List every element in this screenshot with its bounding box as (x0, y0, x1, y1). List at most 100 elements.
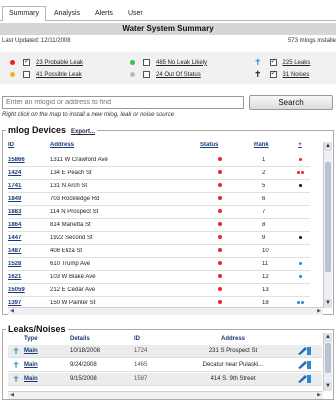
scroll-down-icon[interactable]: ▼ (324, 299, 332, 308)
table-row[interactable]: 15866 1311 W Crawford Ave 1 (8, 154, 310, 167)
leak-address: Decatur near Pulaski... (202, 362, 264, 368)
search-input[interactable] (2, 96, 244, 109)
noises-link[interactable]: 31 Noises (283, 72, 310, 78)
mlog-id-link[interactable]: 1528 (8, 261, 50, 267)
tab-summary[interactable]: Summary (2, 6, 46, 21)
list-item[interactable]: ✝ Main 9/15/2008 1597 414 S. 9th Street (8, 373, 322, 386)
devices-horizontal-scrollbar[interactable]: ◀ ▶ (8, 307, 323, 315)
devices-title: mlog Devices (8, 125, 67, 135)
scroll-left-icon[interactable]: ◀ (8, 308, 16, 315)
no-leak-link[interactable]: 485 No Leak Likely (156, 60, 207, 66)
tab-analysis[interactable]: Analysis (47, 6, 87, 20)
leak-date: 9/24/2008 (70, 362, 97, 368)
rank-cell: 5 (262, 183, 266, 189)
table-row[interactable]: 1864 814 Marietta St 8 (8, 219, 310, 232)
mlog-id-link[interactable]: 1447 (8, 235, 50, 241)
leaks-scroll-down-icon[interactable]: ▼ (324, 382, 332, 391)
status-cell (200, 170, 254, 176)
blue-tag-dot-icon (301, 301, 304, 304)
col-leak-address-header[interactable]: Address (178, 336, 288, 342)
mlog-id-link[interactable]: 1424 (8, 170, 50, 176)
edit-icon[interactable] (288, 359, 312, 371)
tab-user[interactable]: User (121, 6, 150, 20)
mlog-id-link[interactable]: 15866 (8, 157, 50, 163)
out-of-status-link[interactable]: 24 Out Of Status (156, 72, 201, 78)
leaks-scroll-right-icon[interactable]: ▶ (315, 392, 323, 399)
legend-possible-leak: 41 Possible Leak (10, 71, 82, 78)
no-leak-checkbox[interactable] (143, 59, 150, 66)
leaks-vertical-scrollbar[interactable]: ▲ ▼ (323, 333, 332, 391)
leaks-scroll-up-icon[interactable]: ▲ (324, 333, 332, 342)
search-button[interactable]: Search (249, 95, 333, 110)
table-row[interactable]: 1883 114 N Prospect St 7 (8, 206, 310, 219)
col-rank-header[interactable]: Rank (254, 142, 290, 153)
probable-leak-link[interactable]: 23 Probable Leak (36, 60, 83, 66)
table-row[interactable]: 1621 103 W Blake Ave 12 (8, 271, 310, 284)
status-cell (200, 274, 254, 280)
mlog-id-link[interactable]: 1487 (8, 248, 50, 254)
table-row[interactable]: 1487 408 Eliza St 10 (8, 245, 310, 258)
rank-cell: 6 (262, 196, 266, 202)
status-dot-icon (218, 287, 222, 291)
leak-type-link[interactable]: Main (24, 376, 70, 382)
leaks-link[interactable]: 225 Leaks (283, 60, 311, 66)
mlog-id-link[interactable]: 1741 (8, 183, 50, 189)
rank-cell: 13 (262, 287, 269, 293)
leaks-horizontal-scrollbar[interactable]: ◀ ▶ (8, 391, 323, 399)
possible-leak-checkbox[interactable] (23, 71, 30, 78)
tags-cell (290, 170, 310, 176)
table-row[interactable]: 1849 703 Rockledge Rd 6 (8, 193, 310, 206)
legend-panel: 23 Probable Leak 41 Possible Leak 485 No… (0, 52, 336, 84)
rank-cell: 10 (262, 248, 269, 254)
status-cell (200, 235, 254, 241)
out-of-status-checkbox[interactable] (143, 71, 150, 78)
export-link[interactable]: Export... (71, 129, 95, 135)
blue-tag-dot-icon (297, 301, 300, 304)
col-address-header[interactable]: Address (50, 142, 200, 153)
leak-type-link[interactable]: Main (24, 348, 70, 354)
probable-leak-checkbox[interactable] (23, 57, 30, 66)
yellow-dot-icon (10, 72, 15, 77)
scroll-right-icon[interactable]: ▶ (315, 308, 323, 315)
scroll-up-icon[interactable]: ▲ (324, 142, 332, 151)
table-row[interactable]: 15059 212 E Cedar Ave 13 (8, 284, 310, 297)
col-status-header[interactable]: Status (200, 142, 254, 153)
leaks-checkbox[interactable] (269, 57, 277, 66)
status-cell (200, 196, 254, 202)
mlog-id-link[interactable]: 1621 (8, 274, 50, 280)
edit-icon[interactable] (288, 373, 312, 385)
black-tag-dot-icon (299, 236, 302, 239)
mlog-id-link[interactable]: 15059 (8, 287, 50, 293)
table-row[interactable]: 1528 610 Trump Ave 11 (8, 258, 310, 271)
col-tags-header[interactable]: + (290, 142, 310, 153)
mlog-id-link[interactable]: 1849 (8, 196, 50, 202)
table-row[interactable]: 1424 134 E Peach St 2 (8, 167, 310, 180)
mlog-id-link[interactable]: 1397 (8, 300, 50, 306)
table-row[interactable]: 1741 131 N Arch St 5 (8, 180, 310, 193)
mlog-address: 103 W Blake Ave (50, 274, 96, 280)
mlog-id-link[interactable]: 1883 (8, 209, 50, 215)
leaks-scroll-thumb[interactable] (325, 343, 331, 373)
devices-scroll-thumb[interactable] (325, 162, 331, 272)
table-row[interactable]: 1447 1922 Second St 9 (8, 232, 310, 245)
table-row[interactable]: 1397 150 W Painter St 18 (8, 297, 310, 306)
tab-alerts[interactable]: Alerts (88, 6, 120, 20)
devices-vertical-scrollbar[interactable]: ▲ ▼ (323, 142, 332, 308)
col-details-header[interactable]: Details (70, 336, 134, 342)
edit-icon[interactable] (288, 345, 312, 357)
mlog-address: 150 W Painter St (50, 300, 96, 306)
col-type-header[interactable]: Type (24, 336, 70, 342)
mlog-id-link[interactable]: 1864 (8, 222, 50, 228)
mlog-address: 814 Marietta St (50, 222, 91, 228)
list-item[interactable]: ✝ Main 10/18/2008 1724 231 S Prospect St (8, 345, 322, 358)
devices-header-row: ID Address Status Rank + (8, 142, 310, 153)
leak-type-link[interactable]: Main (24, 362, 70, 368)
noises-checkbox[interactable] (269, 69, 277, 78)
last-updated-label: Last Updated: 12/11/2008 (2, 38, 71, 44)
list-item[interactable]: ✝ Main 9/24/2008 1465 Decatur near Pulaski..… (8, 359, 322, 372)
green-dot-icon (130, 60, 135, 65)
possible-leak-link[interactable]: 41 Possible Leak (36, 72, 82, 78)
leaks-scroll-left-icon[interactable]: ◀ (8, 392, 16, 399)
col-leak-id-header[interactable]: ID (134, 336, 178, 342)
col-id-header[interactable]: ID (8, 142, 50, 153)
